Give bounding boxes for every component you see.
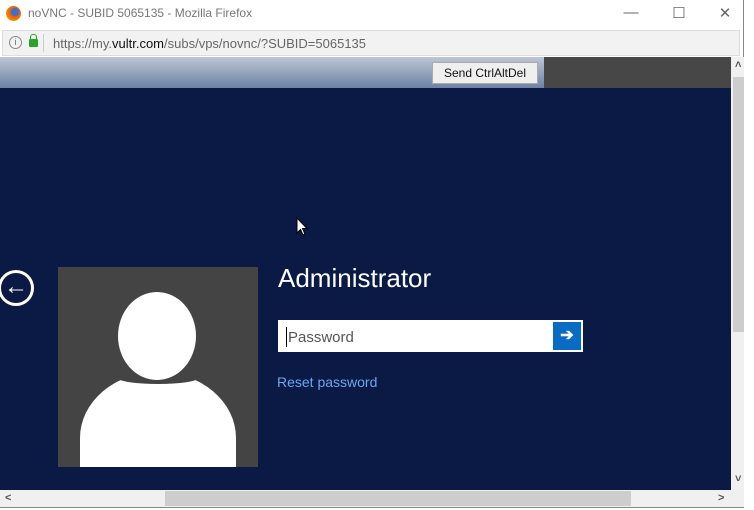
avatar-body (80, 372, 236, 467)
url-domain: vultr.com (112, 36, 165, 51)
desktop-background (744, 0, 754, 510)
mouse-cursor-icon (296, 217, 308, 236)
close-button[interactable]: ✕ (710, 4, 740, 22)
divider (43, 34, 44, 52)
url-prefix: https://my. (53, 36, 112, 51)
minimize-button[interactable]: — (616, 4, 646, 21)
password-box: ➔ (278, 320, 583, 352)
reset-password-link[interactable]: Reset password (277, 374, 377, 390)
url-bar[interactable]: i https://my.vultr.com/subs/vps/novnc/?S… (2, 30, 740, 56)
horizontal-scrollbar[interactable]: < > (0, 490, 748, 507)
maximize-button[interactable]: ☐ (664, 4, 694, 22)
lock-icon[interactable] (29, 34, 38, 47)
scroll-up-icon[interactable]: ˄ (735, 59, 741, 71)
url-text[interactable]: https://my.vultr.com/subs/vps/novnc/?SUB… (53, 36, 366, 51)
scroll-left-icon[interactable]: < (5, 492, 11, 504)
title-bar: noVNC - SUBID 5065135 - Mozilla Firefox … (0, 0, 744, 28)
url-path: /subs/vps/novnc/?SUBID=5065135 (164, 36, 367, 51)
vnc-toolbar-right (544, 57, 731, 88)
window-title: noVNC - SUBID 5065135 - Mozilla Firefox (28, 6, 253, 20)
submit-arrow-button[interactable]: ➔ (553, 322, 581, 350)
browser-window: noVNC - SUBID 5065135 - Mozilla Firefox … (0, 0, 748, 508)
username-label: Administrator (278, 263, 432, 293)
send-ctrl-alt-del-button[interactable]: Send CtrlAltDel (432, 62, 538, 84)
scroll-down-icon[interactable]: ˅ (735, 473, 741, 485)
avatar-head (118, 292, 196, 380)
password-input[interactable] (286, 327, 546, 347)
info-icon[interactable]: i (9, 36, 22, 49)
scroll-right-icon[interactable]: > (718, 492, 724, 504)
user-avatar (58, 267, 258, 467)
horizontal-scroll-thumb[interactable] (165, 491, 631, 506)
firefox-icon (6, 6, 21, 21)
